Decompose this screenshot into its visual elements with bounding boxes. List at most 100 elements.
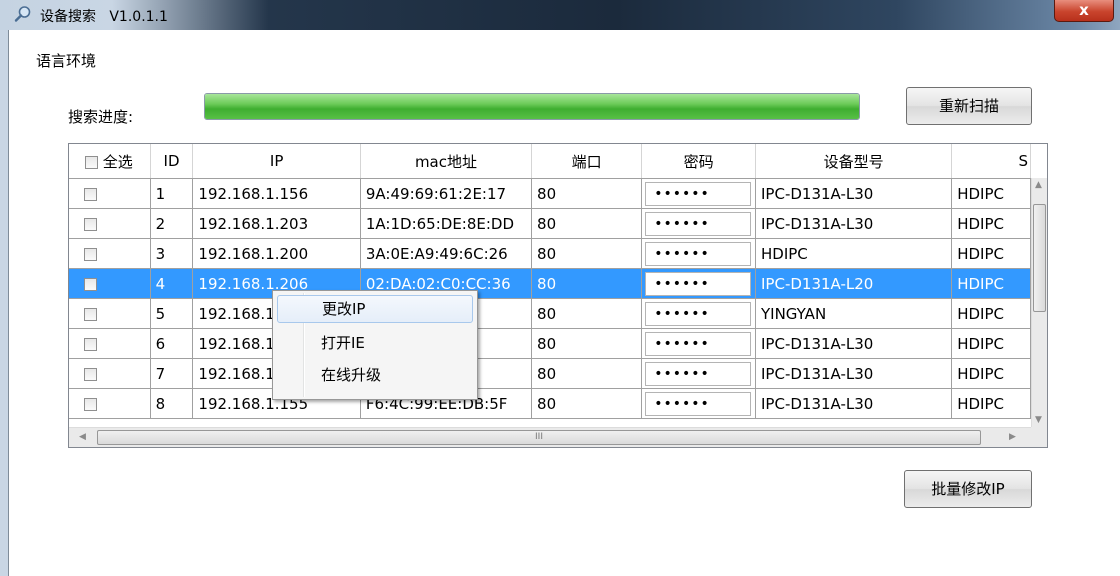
- cell-id: 4: [150, 268, 194, 299]
- table-row[interactable]: 2 192.168.1.203 1A:1D:65:DE:8E:DD 80 •••••• I…: [69, 208, 1031, 239]
- cell-id: 6: [150, 328, 194, 359]
- menu-item-change-ip[interactable]: 更改IP: [277, 295, 473, 323]
- window-frame-right: [1112, 30, 1120, 576]
- cell-id: 3: [150, 238, 194, 269]
- cell-port: 80: [531, 328, 643, 359]
- cell-port: 80: [531, 178, 643, 209]
- password-field[interactable]: ••••••: [645, 391, 752, 416]
- cell-mac: 1A:1D:65:DE:8E:DD: [360, 208, 533, 239]
- row-checkbox: [69, 178, 151, 209]
- password-field[interactable]: ••••••: [645, 241, 752, 266]
- header-ip[interactable]: IP: [192, 144, 361, 179]
- cell-port: 80: [531, 388, 643, 419]
- horizontal-scrollbar[interactable]: ◀ III ▶: [69, 427, 1031, 447]
- row-checkbox: [69, 208, 151, 239]
- row-checkbox: [69, 238, 151, 269]
- cell-model: IPC-D131A-L30: [755, 328, 953, 359]
- scroll-right-icon[interactable]: ▶: [1009, 432, 1016, 442]
- context-menu: 更改IP 打开IE 在线升级: [272, 290, 478, 400]
- cell-password: ••••••: [641, 388, 756, 419]
- row-checkbox: [69, 388, 151, 419]
- row-checkbox-box[interactable]: [84, 217, 97, 231]
- header-model[interactable]: 设备型号: [755, 144, 953, 179]
- password-field[interactable]: ••••••: [645, 211, 752, 236]
- cell-port: 80: [531, 208, 643, 239]
- cell-extra: HDIPC: [951, 268, 1031, 299]
- row-checkbox-box[interactable]: [84, 367, 97, 381]
- password-field[interactable]: ••••••: [645, 271, 752, 296]
- batch-modify-ip-button[interactable]: 批量修改IP: [904, 470, 1032, 508]
- device-grid[interactable]: 全选 ID IP mac地址 端口 密码 设备型号 S 1 192.168.1.1…: [68, 143, 1048, 448]
- horizontal-scroll-thumb[interactable]: III: [97, 430, 981, 445]
- scroll-left-icon[interactable]: ◀: [79, 432, 86, 442]
- cell-extra: HDIPC: [951, 388, 1031, 419]
- menu-item-online-upgrade[interactable]: 在线升级: [277, 361, 473, 389]
- table-header-row: 全选 ID IP mac地址 端口 密码 设备型号 S: [69, 144, 1031, 179]
- header-extra[interactable]: S: [951, 144, 1031, 179]
- table-row[interactable]: 1 192.168.1.156 9A:49:69:61:2E:17 80 •••••• I…: [69, 178, 1031, 209]
- select-all-label: 全选: [102, 152, 133, 171]
- password-field[interactable]: ••••••: [645, 331, 752, 356]
- cell-extra: HDIPC: [951, 208, 1031, 239]
- header-password[interactable]: 密码: [641, 144, 756, 179]
- password-field[interactable]: ••••••: [645, 301, 752, 326]
- cell-extra: HDIPC: [951, 238, 1031, 269]
- cell-port: 80: [531, 238, 643, 269]
- header-select-all[interactable]: 全选: [69, 144, 151, 179]
- table-row[interactable]: 6192.168.13:4D80••••••IPC-D131A-L30HDIPC: [69, 328, 1031, 359]
- row-checkbox: [69, 328, 151, 359]
- password-field[interactable]: ••••••: [645, 181, 752, 206]
- cell-model: HDIPC: [755, 238, 953, 269]
- row-checkbox-box[interactable]: [84, 397, 97, 411]
- cell-model: IPC-D131A-L30: [755, 358, 953, 389]
- cell-ip: 192.168.1.200: [192, 238, 361, 269]
- cell-password: ••••••: [641, 298, 756, 329]
- cell-password: ••••••: [641, 268, 756, 299]
- row-checkbox-box[interactable]: [84, 307, 97, 321]
- close-icon: x: [1079, 1, 1089, 19]
- rescan-button[interactable]: 重新扫描: [906, 87, 1032, 125]
- menu-language[interactable]: 语言环境: [36, 50, 96, 71]
- cell-mac: 9A:49:69:61:2E:17: [360, 178, 533, 209]
- cell-port: 80: [531, 298, 643, 329]
- table-row[interactable]: 8 192.168.1.155 F6:4C:99:EE:DB:5F 80 •••••• I…: [69, 388, 1031, 419]
- row-checkbox: [69, 358, 151, 389]
- vertical-scrollbar[interactable]: ▲ ▼: [1031, 178, 1047, 427]
- cell-extra: HDIPC: [951, 178, 1031, 209]
- row-checkbox-box[interactable]: [84, 337, 97, 351]
- row-checkbox: [69, 298, 151, 329]
- cell-port: 80: [531, 268, 643, 299]
- close-button[interactable]: x: [1054, 0, 1114, 22]
- cell-id: 2: [150, 208, 194, 239]
- cell-model: IPC-D131A-L30: [755, 208, 953, 239]
- cell-password: ••••••: [641, 208, 756, 239]
- select-all-checkbox[interactable]: [85, 155, 98, 169]
- row-checkbox-box[interactable]: [84, 247, 97, 261]
- vertical-scroll-thumb[interactable]: [1033, 204, 1046, 312]
- header-port[interactable]: 端口: [531, 144, 643, 179]
- row-checkbox-box[interactable]: [84, 187, 97, 201]
- scroll-up-icon[interactable]: ▲: [1035, 180, 1042, 190]
- cell-password: ••••••: [641, 358, 756, 389]
- header-id[interactable]: ID: [150, 144, 194, 179]
- progress-fill: [205, 94, 859, 119]
- password-field[interactable]: ••••••: [645, 361, 752, 386]
- row-checkbox-box[interactable]: [84, 277, 97, 291]
- table-row[interactable]: 7192.168.139:FA80••••••IPC-D131A-L30HDIP…: [69, 358, 1031, 389]
- menu-item-open-ie[interactable]: 打开IE: [277, 329, 473, 357]
- cell-model: YINGYAN: [755, 298, 953, 329]
- cell-extra: HDIPC: [951, 328, 1031, 359]
- table-row[interactable]: 3 192.168.1.200 3A:0E:A9:49:6C:26 80 •••••• H…: [69, 238, 1031, 269]
- header-mac[interactable]: mac地址: [360, 144, 533, 179]
- cell-password: ••••••: [641, 178, 756, 209]
- cell-id: 1: [150, 178, 194, 209]
- scroll-down-icon[interactable]: ▼: [1035, 415, 1042, 425]
- window-frame-left: [0, 30, 8, 576]
- row-checkbox: [69, 268, 151, 299]
- cell-port: 80: [531, 358, 643, 389]
- cell-mac: 3A:0E:A9:49:6C:26: [360, 238, 533, 269]
- cell-ip: 192.168.1.156: [192, 178, 361, 209]
- cell-model: IPC-D131A-L20: [755, 268, 953, 299]
- table-row[interactable]: 5192.168.10:6E80••••••YINGYANHDIPC: [69, 298, 1031, 329]
- table-row[interactable]: 4 192.168.1.206 02:DA:02:C0:CC:36 80 •••••• I…: [69, 268, 1031, 299]
